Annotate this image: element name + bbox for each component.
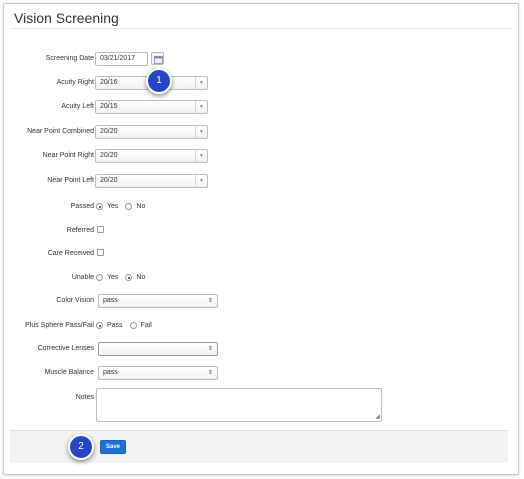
chevron-down-icon: ▼ [195, 101, 207, 113]
near-point-combined-label: Near Point Combined [27, 128, 94, 135]
unable-no-label: No [136, 274, 146, 281]
plus-sphere-fail-radio[interactable] [129, 322, 137, 329]
acuity-right-label: Acuity Right [56, 79, 94, 86]
near-point-left-value: 20/20 [100, 177, 118, 184]
passed-no-radio[interactable] [125, 203, 133, 210]
updown-arrows-icon: ⇕ [207, 370, 213, 376]
chevron-down-icon: ▼ [195, 150, 207, 162]
plus-sphere-label: Plus Sphere Pass/Fail [25, 322, 94, 329]
unable-no-radio[interactable] [125, 274, 133, 281]
color-vision-select[interactable]: pass ⇕ [98, 294, 218, 308]
corrective-lenses-label: Corrective Lenses [37, 345, 94, 352]
acuity-left-value: 20/15 [100, 103, 118, 110]
corrective-lenses-select[interactable]: ⇕ [98, 342, 218, 356]
muscle-balance-value: pass [103, 369, 118, 376]
screening-date-label: Screening Date [45, 55, 94, 62]
color-vision-value: pass [103, 297, 118, 304]
acuity-right-value: 20/16 [100, 79, 118, 86]
calendar-icon[interactable] [151, 52, 164, 65]
chevron-down-icon: ▼ [195, 126, 207, 138]
near-point-combined-select[interactable]: 20/20 ▼ [95, 125, 208, 139]
passed-yes-radio[interactable] [96, 203, 103, 210]
color-vision-label: Color Vision [56, 297, 94, 304]
updown-arrows-icon: ⇕ [207, 346, 213, 352]
plus-sphere-fail-label: Fail [140, 322, 152, 329]
screening-date-input[interactable]: 03/21/2017 [95, 52, 148, 66]
save-button[interactable]: Save [100, 440, 126, 454]
title-divider [12, 28, 512, 29]
plus-sphere-pass-label: Pass [107, 322, 123, 329]
panel-title: Vision Screening [14, 10, 119, 26]
referred-checkbox[interactable] [97, 226, 104, 233]
care-received-label: Care Received [47, 250, 94, 257]
notes-textarea[interactable]: ◢ [96, 388, 382, 422]
near-point-right-select[interactable]: 20/20 ▼ [95, 149, 208, 163]
passed-label: Passed [70, 203, 94, 210]
callout-badge-1: 1 [146, 68, 172, 94]
near-point-right-value: 20/20 [100, 152, 118, 159]
passed-radio-group: Yes No [96, 203, 145, 210]
near-point-left-select[interactable]: 20/20 ▼ [95, 174, 208, 188]
resize-grip-icon[interactable]: ◢ [375, 414, 380, 420]
callout-badge-2: 2 [68, 434, 94, 460]
referred-label: Referred [66, 227, 94, 234]
passed-yes-label: Yes [107, 203, 119, 210]
care-received-checkbox[interactable] [97, 249, 104, 256]
acuity-left-label: Acuity Left [61, 103, 94, 110]
plus-sphere-pass-radio[interactable] [96, 322, 103, 329]
unable-radio-group: Yes No [96, 274, 145, 281]
near-point-combined-value: 20/20 [100, 128, 118, 135]
chevron-down-icon: ▼ [195, 77, 207, 89]
acuity-left-select[interactable]: 20/15 ▼ [95, 100, 208, 114]
notes-label: Notes [75, 394, 94, 401]
unable-yes-label: Yes [107, 274, 119, 281]
plus-sphere-radio-group: Pass Fail [96, 322, 152, 329]
near-point-left-label: Near Point Left [47, 177, 94, 184]
updown-arrows-icon: ⇕ [207, 298, 213, 304]
unable-yes-radio[interactable] [96, 274, 103, 281]
near-point-right-label: Near Point Right [42, 152, 94, 159]
muscle-balance-label: Muscle Balance [44, 369, 94, 376]
chevron-down-icon: ▼ [195, 175, 207, 187]
unable-label: Unable [71, 274, 94, 281]
muscle-balance-select[interactable]: pass ⇕ [98, 366, 218, 380]
passed-no-label: No [136, 203, 146, 210]
